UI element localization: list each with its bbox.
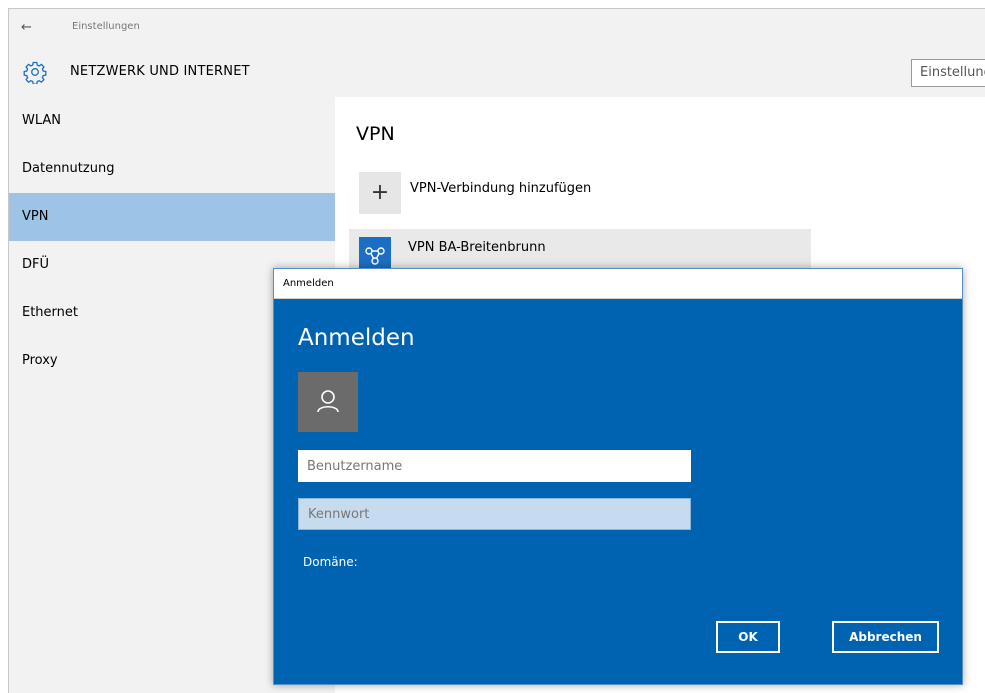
- ok-button[interactable]: OK: [716, 621, 780, 653]
- page-heading: NETZWERK UND INTERNET: [70, 64, 250, 79]
- settings-window: ← Einstellungen NETZWERK UND INTERNET Ei…: [8, 8, 985, 693]
- sidebar-item-datennutzung[interactable]: Datennutzung: [9, 145, 335, 193]
- sidebar-item-vpn[interactable]: VPN: [9, 193, 335, 241]
- plus-glyph: +: [370, 180, 390, 205]
- dialog-heading: Anmelden: [298, 325, 415, 351]
- cancel-button[interactable]: Abbrechen: [832, 621, 939, 653]
- sign-in-dialog: Anmelden Anmelden Domäne: OK Abbrechen: [273, 268, 963, 685]
- username-input[interactable]: [298, 450, 691, 482]
- sidebar-item-wlan[interactable]: WLAN: [9, 97, 335, 145]
- password-input[interactable]: [298, 498, 691, 530]
- dialog-window-title: Anmelden: [283, 278, 334, 289]
- vpn-icon: [359, 237, 391, 269]
- add-vpn-label: VPN-Verbindung hinzufügen: [410, 181, 592, 196]
- plus-icon: +: [359, 172, 401, 214]
- add-vpn-button[interactable]: + VPN-Verbindung hinzufügen: [359, 172, 829, 220]
- section-title: VPN: [356, 123, 395, 145]
- page-header: NETZWERK UND INTERNET Einstellung suchen: [9, 49, 985, 97]
- settings-search-input[interactable]: Einstellung suchen: [911, 59, 985, 87]
- window-title: Einstellungen: [72, 21, 140, 32]
- back-arrow-icon[interactable]: ←: [21, 20, 32, 35]
- title-bar: ← Einstellungen: [9, 9, 985, 49]
- dialog-title-bar: Anmelden: [274, 269, 962, 299]
- gear-icon: [23, 61, 47, 84]
- user-icon: [298, 372, 358, 432]
- domain-label: Domäne:: [303, 555, 358, 569]
- vpn-connection-name: VPN BA-Breitenbrunn: [408, 240, 546, 255]
